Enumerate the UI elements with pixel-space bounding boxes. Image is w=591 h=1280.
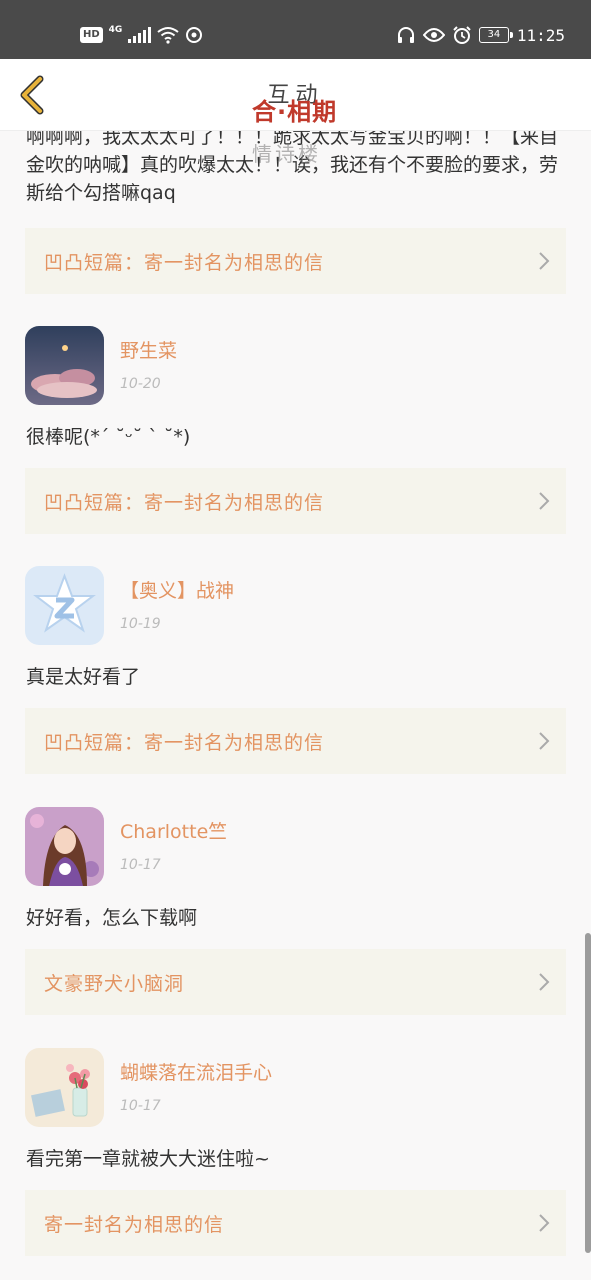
wifi-icon xyxy=(157,27,179,44)
work-link-card[interactable]: 寄一封名为相思的信 xyxy=(25,1190,566,1256)
avatar[interactable] xyxy=(25,326,104,405)
cloud-moon-avatar-icon xyxy=(25,326,104,405)
avatar[interactable] xyxy=(25,1048,104,1127)
comment-date: 10-17 xyxy=(120,857,161,873)
comment-date: 10-20 xyxy=(120,376,161,392)
battery-icon: 34 xyxy=(478,27,513,43)
work-link-label: 凹凸短篇：寄一封名为相思的信 xyxy=(44,252,325,274)
status-bar: HD 4G 34 11:25 xyxy=(0,0,591,59)
user-name[interactable]: 野生菜 xyxy=(120,336,177,363)
eye-icon xyxy=(422,28,445,42)
qzone-star-avatar-icon xyxy=(25,566,104,645)
chevron-right-icon xyxy=(539,973,550,991)
status-right: 34 11:25 xyxy=(397,24,565,46)
comment-date: 10-17 xyxy=(120,1098,161,1114)
comment-text: 好好看，怎么下载啊 xyxy=(26,907,198,929)
watermark-text: 情诗楼 xyxy=(252,142,321,166)
clock: 11:25 xyxy=(516,25,565,45)
network-type: 4G xyxy=(108,25,123,35)
work-link-card[interactable]: 文豪野犬小脑洞 xyxy=(25,949,566,1015)
work-link-card[interactable]: 凹凸短篇：寄一封名为相思的信 xyxy=(25,228,566,294)
chevron-right-icon xyxy=(539,732,550,750)
hd-badge: HD xyxy=(80,27,103,43)
alarm-icon xyxy=(453,26,471,44)
signal-icon xyxy=(128,27,152,43)
comment-date: 10-19 xyxy=(120,616,161,632)
user-name[interactable]: 【奥义】战神 xyxy=(120,576,234,603)
chevron-right-icon xyxy=(539,1214,550,1232)
chevron-right-icon xyxy=(539,252,550,270)
work-link-card[interactable]: 凹凸短篇：寄一封名为相思的信 xyxy=(25,708,566,774)
work-link-label: 寄一封名为相思的信 xyxy=(44,1214,225,1236)
headphones-icon xyxy=(397,27,414,43)
work-link-card[interactable]: 凹凸短篇：寄一封名为相思的信 xyxy=(25,468,566,534)
user-name[interactable]: Charlotte竺 xyxy=(120,817,227,844)
comment-text: 真是太好看了 xyxy=(26,666,141,688)
app-header: 互动 合·相期 xyxy=(0,59,591,131)
comment-list[interactable]: 啊啊啊，我太太太可了！！！跪求太太写金宝贝的啊！！【来自金吹的呐喊】真的吹爆太太… xyxy=(0,131,591,1280)
data-saver-icon xyxy=(186,27,203,43)
chevron-right-icon xyxy=(539,492,550,510)
anime-girl-avatar-icon xyxy=(25,807,104,886)
comment-text: 看完第一章就被大大迷住啦~ xyxy=(26,1148,270,1170)
avatar[interactable] xyxy=(25,807,104,886)
scrollbar[interactable] xyxy=(585,933,591,1253)
comment-text: 很棒呢(*´ ˘ᵕ˘ ` ˘*) xyxy=(26,426,191,448)
flowers-book-avatar-icon xyxy=(25,1048,104,1127)
status-left: HD 4G xyxy=(80,24,203,46)
work-link-label: 文豪野犬小脑洞 xyxy=(44,973,185,995)
user-name[interactable]: 蝴蝶落在流泪手心 xyxy=(120,1058,272,1085)
work-link-label: 凹凸短篇：寄一封名为相思的信 xyxy=(44,732,325,754)
work-link-label: 凹凸短篇：寄一封名为相思的信 xyxy=(44,492,325,514)
watermark-logo: 合·相期 xyxy=(252,98,338,126)
avatar[interactable] xyxy=(25,566,104,645)
